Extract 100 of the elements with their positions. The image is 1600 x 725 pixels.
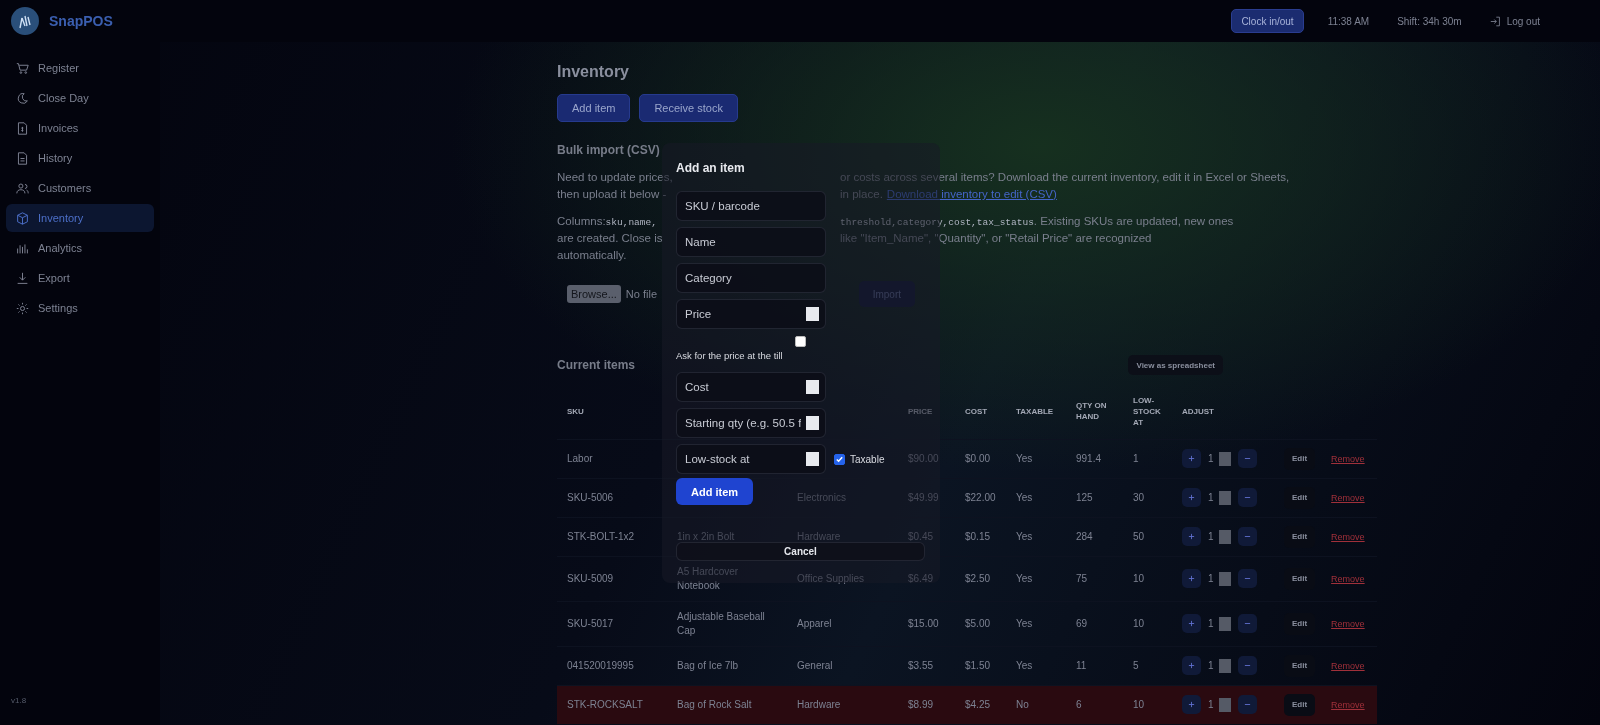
number-field[interactable]: Starting qty (e.g. 50.5 f (676, 408, 826, 438)
number-field[interactable]: Low-stock at (676, 444, 826, 474)
adjust-quantity-field[interactable]: 1 (1206, 616, 1233, 631)
table-cell: SKU-5009 (567, 572, 614, 584)
increase-button[interactable] (1182, 614, 1201, 633)
download-icon (16, 271, 29, 285)
adjust-quantity-field[interactable]: 1 (1206, 697, 1233, 712)
column-header: COST (965, 406, 988, 416)
adjust-quantity-field[interactable]: 1 (1206, 529, 1233, 544)
adjust-quantity-field[interactable]: 1 (1206, 490, 1233, 505)
paragraph-text: are created. Close is (557, 231, 663, 246)
remove-link[interactable]: Remove (1331, 616, 1365, 631)
table-cell: 10 (1133, 572, 1145, 584)
download-link[interactable]: Download inventory to edit (CSV) (886, 186, 1057, 203)
text-field[interactable]: Category (676, 263, 826, 293)
paragraph-text: Need to update prices, (557, 170, 673, 185)
table-cell: Bag of Ice 7lb (677, 658, 739, 673)
sidebar-item[interactable]: History (6, 144, 154, 172)
increase-button[interactable] (1182, 527, 1201, 546)
brand-name: SnapPOS (49, 13, 113, 29)
spinner-icon (1218, 697, 1231, 712)
plus-icon (1188, 494, 1195, 501)
edit-button[interactable]: Edit (1284, 693, 1316, 716)
remove-link[interactable]: Remove (1331, 451, 1365, 466)
paragraph-text: then upload it below - (557, 187, 667, 202)
table-cell: SKU-5017 (567, 617, 614, 629)
minus-icon (1243, 575, 1251, 582)
remove-link[interactable]: Remove (1331, 571, 1365, 586)
plus-icon (1188, 662, 1195, 669)
action-button[interactable]: Receive stock (639, 94, 738, 122)
checkbox-label: Ask for the price at the till (676, 350, 783, 361)
column-header: PRICE (908, 406, 933, 416)
table-cell: 10 (1133, 617, 1145, 629)
spreadsheet-button[interactable]: View as spreadsheet (1128, 355, 1223, 375)
table-cell: Yes (1016, 572, 1033, 584)
table-cell: 6 (1076, 698, 1082, 710)
adjust-quantity-field[interactable]: 1 (1206, 571, 1233, 586)
spinner-icon (806, 380, 819, 394)
column-header: SKU (567, 406, 584, 416)
table-cell: $2.50 (965, 572, 991, 584)
sidebar-item[interactable]: Settings (6, 294, 154, 322)
spinner-icon (1218, 658, 1231, 673)
table-cell: 50 (1133, 530, 1145, 542)
spinner-icon (1218, 490, 1231, 505)
table-cell: 75 (1076, 572, 1088, 584)
text-field[interactable]: SKU / barcode (676, 191, 826, 221)
cart-icon (16, 61, 29, 75)
logout-link[interactable]: Log out (1489, 15, 1540, 27)
cancel-button[interactable]: Cancel (676, 542, 925, 561)
bar-chart-icon (16, 241, 29, 255)
remove-link[interactable]: Remove (1331, 658, 1365, 673)
table-cell: $22.00 (965, 491, 996, 503)
people-icon (16, 181, 29, 195)
sidebar-item[interactable]: Export (6, 264, 154, 292)
remove-link[interactable]: Remove (1331, 529, 1365, 544)
checkbox[interactable] (834, 453, 845, 465)
minus-icon (1243, 701, 1251, 708)
browse-button[interactable]: Browse... (567, 285, 621, 303)
sidebar-item[interactable]: Invoices (6, 114, 154, 142)
checkbox[interactable] (795, 336, 806, 347)
plus-icon (1188, 455, 1195, 462)
remove-link[interactable]: Remove (1331, 490, 1365, 505)
plus-icon (1188, 533, 1195, 540)
column-header: ADJUST (1182, 406, 1214, 416)
adjust-quantity-field[interactable]: 1 (1206, 658, 1233, 673)
increase-button[interactable] (1182, 656, 1201, 675)
table-cell: $4.25 (965, 698, 991, 710)
increase-button[interactable] (1182, 488, 1201, 507)
increase-button[interactable] (1182, 449, 1201, 468)
edit-button[interactable]: Edit (1284, 486, 1316, 509)
add-item-button[interactable]: Add item (676, 478, 754, 505)
moon-icon (16, 91, 29, 105)
table-cell: Labor (567, 452, 593, 464)
number-field[interactable]: Cost (676, 372, 826, 402)
adjust-quantity-field[interactable]: 1 (1206, 451, 1233, 466)
minus-icon (1243, 662, 1251, 669)
sidebar-item[interactable]: Analytics (6, 234, 154, 262)
clock-button[interactable]: Clock in/out (1231, 9, 1304, 33)
sidebar-item[interactable]: Register (6, 54, 154, 82)
dialog-title: Add an item (676, 161, 745, 175)
edit-button[interactable]: Edit (1284, 447, 1316, 470)
sidebar-item[interactable]: Customers (6, 174, 154, 202)
edit-button[interactable]: Edit (1284, 525, 1316, 548)
minus-icon (1243, 620, 1251, 627)
table-cell: $3.55 (908, 659, 934, 671)
text-field[interactable]: Name (676, 227, 826, 257)
table-cell: 1 (1133, 452, 1139, 464)
table-cell: STK-BOLT-1x2 (567, 530, 635, 542)
table-cell: 041520019995 (567, 659, 634, 671)
number-field[interactable]: Price (676, 299, 826, 329)
table-cell: 10 (1133, 698, 1145, 710)
action-button[interactable]: Add item (557, 94, 631, 122)
increase-button[interactable] (1182, 695, 1201, 714)
table-cell: Yes (1016, 530, 1033, 542)
invoice-icon (16, 121, 29, 135)
increase-button[interactable] (1182, 569, 1201, 588)
sidebar-item[interactable]: Inventory (6, 204, 154, 232)
section-heading: Current items (557, 357, 636, 373)
minus-icon (1243, 533, 1251, 540)
sidebar-item[interactable]: Close Day (6, 84, 154, 112)
